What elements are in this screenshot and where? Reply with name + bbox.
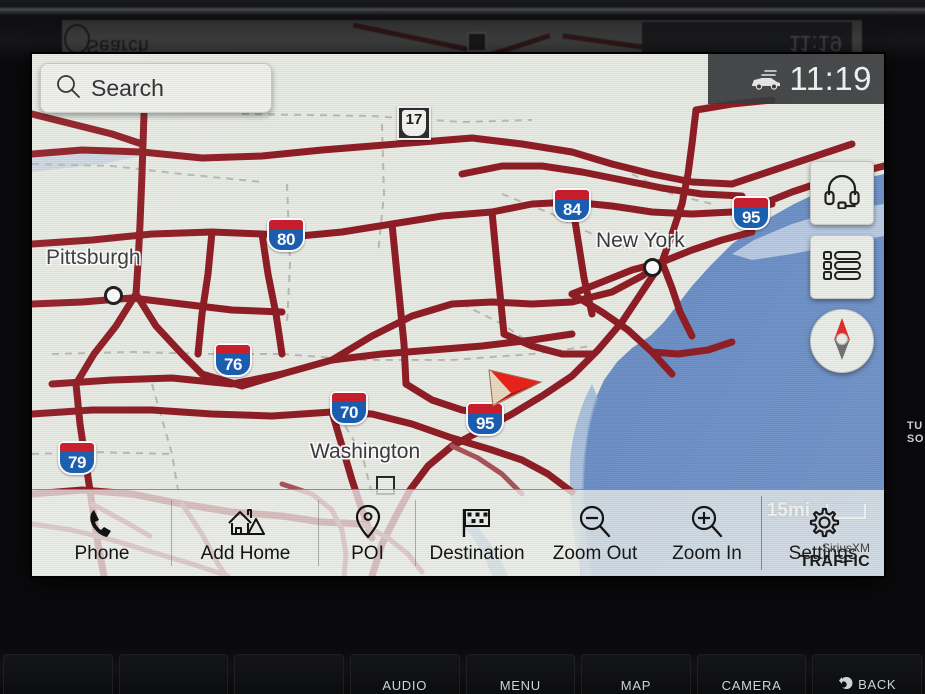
hardkey-audio[interactable]: AUDIO	[349, 654, 460, 694]
hardkey-blank-1[interactable]	[3, 654, 113, 694]
list-icon	[822, 249, 862, 286]
shield-number: 17	[405, 111, 423, 128]
highway-shield-i80: 80	[267, 218, 305, 252]
toolbar-button-zoom-out[interactable]: Zoom Out	[538, 490, 652, 576]
hardkey-blank-2[interactable]	[118, 654, 229, 694]
shield-number: 76	[224, 355, 242, 374]
reflection-search-text: Search	[86, 35, 150, 56]
highway-shield-i70: 70	[330, 391, 368, 425]
toolbar-button-add-home[interactable]: Add Home	[172, 490, 319, 576]
toolbar-label: Phone	[74, 542, 130, 564]
flag-icon	[459, 502, 495, 540]
shield-number: 70	[340, 403, 358, 422]
highway-shield-i76: 76	[214, 343, 252, 377]
city-label-new-york: New York	[596, 229, 685, 252]
reflection-clock: 11:19	[788, 31, 842, 56]
zoom-in-icon	[689, 502, 725, 540]
compass-orientation-button[interactable]	[810, 309, 874, 373]
highway-shield-i95-north: 95	[732, 196, 770, 230]
shield-number: 79	[68, 453, 86, 472]
shield-number: 84	[563, 200, 581, 219]
shield-number: 95	[742, 208, 760, 227]
city-label-washington: Washington	[310, 440, 421, 463]
toolbar-button-poi[interactable]: POI	[319, 490, 416, 576]
search-box[interactable]: Search	[40, 63, 272, 113]
city-marker-dot	[104, 286, 123, 305]
map-pin-icon	[354, 502, 382, 540]
infotainment-screen[interactable]: Pittsburgh New York Washington 80 84 95 …	[32, 54, 884, 576]
hardkey-back-label: BACK	[858, 677, 897, 692]
clock-display: 11:19	[789, 60, 872, 97]
vehicle-position-arrow	[487, 366, 543, 410]
operator-assist-button[interactable]	[810, 161, 874, 225]
phone-icon	[85, 502, 119, 540]
map-toolbar: Phone Add Home POI Destination Zoom Out …	[32, 489, 884, 576]
status-bar: 11:19	[708, 54, 884, 104]
toolbar-label: POI	[351, 542, 384, 564]
hardkey-blank-3[interactable]	[234, 654, 344, 694]
shield-number: 95	[476, 414, 494, 433]
city-marker-dot	[643, 258, 662, 277]
toolbar-label: Add Home	[200, 542, 291, 564]
bezel-knob-label: TU SO	[906, 420, 924, 445]
headset-icon	[823, 173, 861, 214]
traffic-provider-badge: SiriusXM TRAFFIC	[799, 542, 870, 571]
highway-shield-i79: 79	[58, 441, 96, 475]
toolbar-label: Zoom Out	[552, 542, 638, 564]
hardware-button-row: AUDIO MENU MAP CAMERA BACK	[0, 648, 925, 694]
toolbar-label: Zoom In	[672, 542, 742, 564]
shield-number: 80	[277, 230, 295, 249]
car-with-waves-icon	[749, 68, 783, 90]
home-add-icon	[225, 502, 267, 540]
toolbar-button-destination[interactable]: Destination	[416, 490, 538, 576]
compass-icon	[819, 314, 865, 369]
hardkey-camera[interactable]: CAMERA	[696, 654, 807, 694]
gear-icon	[805, 502, 841, 540]
traffic-label: TRAFFIC	[799, 553, 870, 571]
highway-shield-i84: 84	[553, 188, 591, 222]
toolbar-button-zoom-in[interactable]: Zoom In	[652, 490, 762, 576]
hardkey-map[interactable]: MAP	[581, 654, 691, 694]
toolbar-button-phone[interactable]: Phone	[32, 490, 172, 576]
search-placeholder-text: Search	[91, 74, 164, 101]
hardkey-menu[interactable]: MENU	[465, 654, 576, 694]
hardkey-back[interactable]: BACK	[812, 654, 922, 694]
back-arrow-icon	[838, 676, 854, 693]
dash-chrome-trim	[0, 6, 925, 16]
city-label-pittsburgh: Pittsburgh	[46, 246, 141, 269]
dashboard-bezel: Search 11:19 TU SO Pittsburgh New York W…	[0, 0, 925, 694]
highway-shield-route17: 17	[397, 106, 431, 140]
search-icon	[55, 73, 81, 104]
map-menu-button[interactable]	[810, 235, 874, 299]
zoom-out-icon	[577, 502, 613, 540]
toolbar-label: Destination	[429, 542, 525, 564]
